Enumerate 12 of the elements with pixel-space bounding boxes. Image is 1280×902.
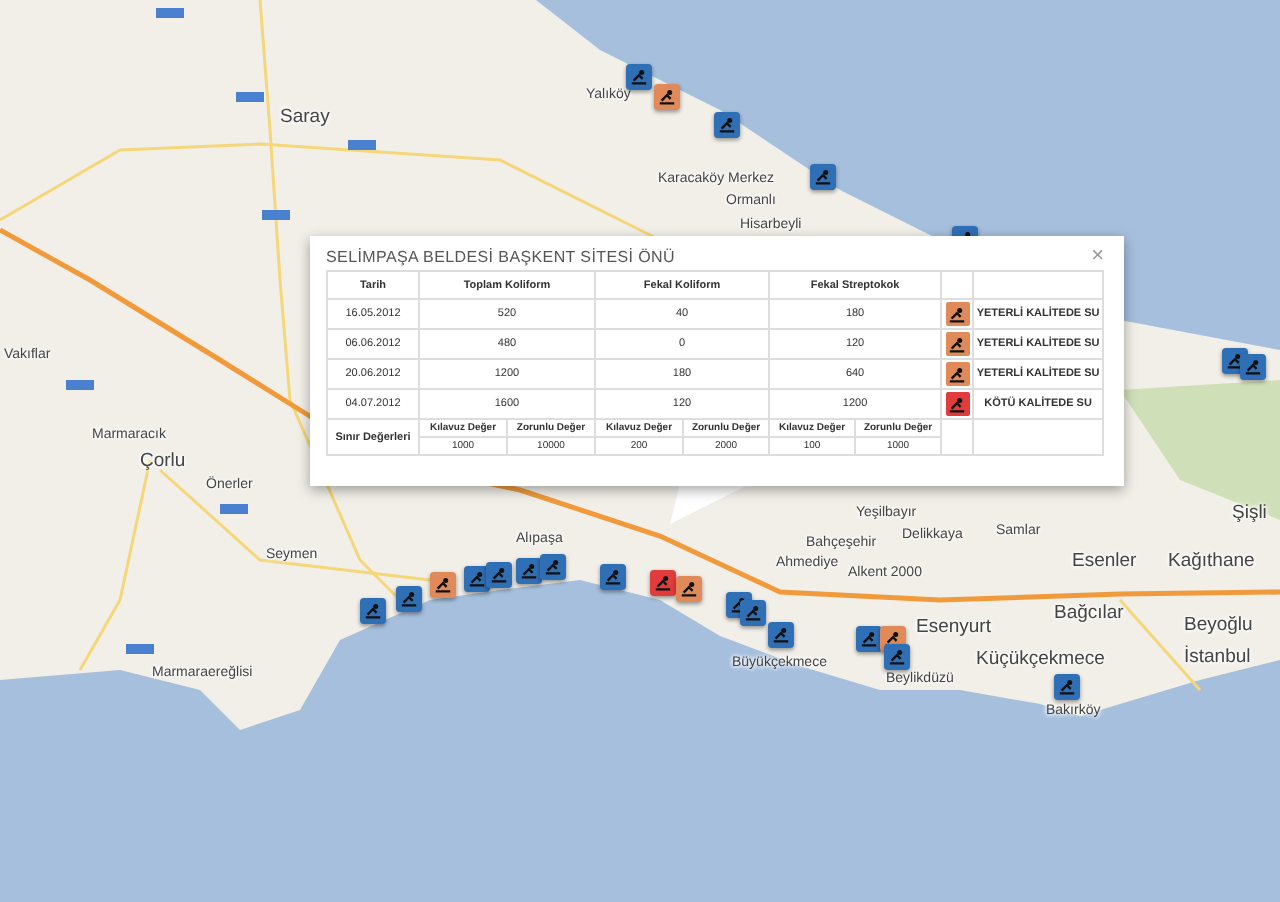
place-label: Kağıthane [1168, 552, 1255, 571]
place-label: İstanbul [1184, 648, 1251, 667]
place-label: Saray [280, 108, 330, 127]
place-label: Esenler [1072, 552, 1137, 571]
place-label: Çorlu [140, 452, 186, 471]
close-button[interactable]: × [1091, 244, 1104, 268]
popup-title: SELİMPAŞA BELDESİ BAŞKENT SİTESİ ÖNÜ [326, 248, 676, 266]
place-label: Esenyurt [916, 618, 991, 637]
place-label: Bağcılar [1054, 604, 1124, 623]
place-label: Şişli [1232, 504, 1267, 523]
place-label: Küçükçekmece [976, 650, 1105, 669]
place-label: Beyoğlu [1184, 616, 1253, 635]
